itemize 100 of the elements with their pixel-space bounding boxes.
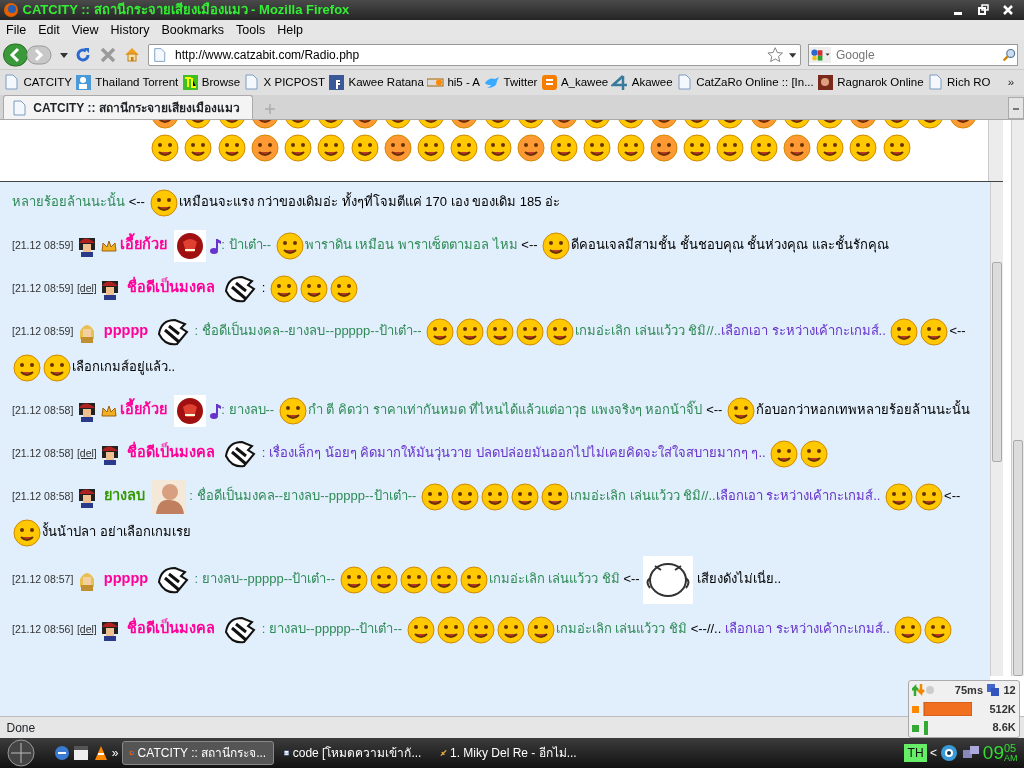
bookmark-link[interactable]: Ragnarok Online [817, 73, 924, 92]
timestamp: [21.12 08:59] [12, 282, 74, 294]
bookmark-link[interactable]: Kawee Ratana [328, 73, 424, 92]
message-text: : ป้าเต๋า-- [221, 237, 272, 252]
smiley-icon [316, 133, 347, 164]
message-text: เกมอ่ะเลิก เล่นแว้วว ชิมิ//.. [575, 323, 721, 338]
taskbar-button[interactable]: code [โหมดความเข้ากั... [276, 741, 429, 765]
scrollbar[interactable] [987, 120, 1003, 181]
bookmark-link[interactable]: Twitter [483, 73, 538, 92]
message-text: เสียงดังไม่เนี่ย.. [696, 571, 782, 587]
traffic-icon [912, 683, 937, 698]
message-text: เลือกเอา ระหว่างเค้ากะ [720, 323, 850, 338]
firefox-icon [3, 2, 20, 18]
delete-link[interactable]: [del] [76, 282, 97, 294]
message-text: : เรื่องเล็กๆ น้อยๆ คิดมากให้มันวุ่นวาย ปลดปล่อยมันออกไปไม่เคยคิดจะใส่ใจสบายมากๆ ๆ.. [261, 445, 766, 460]
smiley-icon [748, 133, 779, 164]
page-icon [10, 99, 27, 116]
message-text: ก้อบอกว่าหอกเทพ [756, 402, 857, 417]
menu-item[interactable]: History [104, 20, 156, 40]
cone-icon[interactable] [92, 745, 109, 761]
message-text: เกมอ่ะเลิก เล่นแว้วว ชิมิ//.. [569, 488, 716, 503]
smiley-icon [515, 316, 546, 347]
star-icon[interactable] [766, 45, 783, 64]
smiley-icon [249, 133, 280, 164]
message-text: เกมส์.. [853, 621, 890, 636]
smiley-icon [615, 133, 646, 164]
close-icon[interactable] [1002, 4, 1015, 16]
bookmark-link[interactable]: Thailand Torrent [75, 73, 179, 92]
smiley-icon [398, 565, 429, 595]
message-text: : ชื่อดีเป็นมงคล--ยางลบ--ppppp--ป้าเต๋า-- [194, 323, 422, 338]
message-text: เกมส์.. [849, 323, 886, 338]
smiley-icon [715, 133, 746, 164]
taskbar-button[interactable]: CATCITY :: สถานีกระจ... [121, 741, 274, 765]
bookmark-link[interactable]: CATCITY [3, 73, 72, 92]
download-bar-icon [912, 702, 973, 716]
search-engine-icon[interactable] [808, 44, 831, 65]
tab-list-icon[interactable] [1008, 97, 1024, 119]
caret-icon[interactable] [59, 50, 68, 59]
search-bar[interactable]: Google [807, 43, 1018, 66]
address-field[interactable]: http://www.catzabit.com/Radio.php [173, 44, 761, 65]
bookmark-link[interactable]: hi5 - A [427, 73, 481, 92]
language-indicator[interactable]: TH [904, 744, 927, 762]
message-text: : ยางลบ--ppppp--ป้าเต๋า-- [194, 571, 335, 587]
delete-link[interactable]: [del] [76, 447, 97, 459]
more-bookmarks-button[interactable]: » [1007, 73, 1021, 92]
emblem-icon [173, 229, 206, 262]
message-text: : ยางลบ--ppppp--ป้าเต๋า-- [261, 621, 403, 636]
menu-item[interactable]: Help [271, 20, 309, 40]
timestamp: [21.12 08:58] [12, 404, 74, 416]
message-text: เกมอ่ะเลิก เล่นแว้วว ชิมิ [488, 571, 620, 587]
bookmark-link[interactable]: Rich RO [926, 73, 991, 92]
smiley-icon [509, 481, 540, 512]
scrollbar[interactable] [1010, 120, 1024, 676]
smiley-icon [299, 273, 330, 304]
menu-item[interactable]: Edit [32, 20, 66, 40]
smiley-icon [889, 316, 920, 347]
smiley-icon [329, 273, 360, 304]
smiley-icon [419, 481, 450, 512]
smiley-icon [799, 438, 830, 469]
bookmark-link[interactable]: Akawee [611, 73, 673, 92]
cartoon-icon [643, 556, 694, 604]
taskbar-button[interactable]: 1. Miky Del Re - อีกไม่... [432, 741, 585, 765]
message-text: งั้นน้าปลา อย่าเลือกเกมเรย [42, 524, 191, 539]
status-text: Done [6, 719, 36, 737]
restore-icon[interactable] [977, 4, 990, 16]
calendar-icon[interactable] [73, 745, 90, 761]
message-text: พาราดิน เหมือน พาราเซ็ตตามอล ไหม [304, 237, 518, 252]
message-text: <-- [944, 488, 961, 503]
timestamp: [21.12 08:57] [12, 573, 74, 586]
menu-item[interactable]: View [65, 20, 105, 40]
smiley-icon [919, 316, 950, 347]
message-text: เกมอ่ะเลิก เล่นแว้วว ชิมิ [555, 621, 687, 636]
more-button[interactable]: » [111, 744, 119, 762]
menu-item[interactable]: Tools [230, 20, 272, 40]
start-button-icon[interactable] [6, 739, 35, 767]
tray-expand-button[interactable]: < [930, 744, 938, 762]
smiley-icon [515, 133, 546, 164]
smiley-icon [648, 133, 679, 164]
menu-item[interactable]: File [0, 20, 33, 40]
smiley-icon [465, 614, 496, 645]
eye-icon[interactable] [940, 744, 959, 762]
message-text: ดีคอนเจลมีสามชั้น ชั้นชอบคุณ ชั้นห่วงคุณ และชั้นรักคุณ [571, 237, 889, 252]
delete-link[interactable]: [del] [76, 623, 97, 635]
back-forward-icon[interactable] [3, 42, 54, 67]
upload-bar-icon [912, 720, 929, 735]
caret-icon[interactable] [789, 50, 797, 59]
menu-item[interactable]: Bookmarks [155, 20, 230, 40]
smiley-icon [582, 133, 613, 164]
address-bar[interactable]: http://www.catzabit.com/Radio.php [147, 43, 801, 66]
smiley-icon [549, 133, 579, 164]
bookmark-link[interactable]: CatZaRo Online :: [In... [675, 73, 814, 92]
timestamp: [21.12 08:59] [12, 239, 74, 251]
bookmark-link[interactable]: Browse [181, 73, 241, 92]
smiley-icon [726, 395, 756, 426]
bookmark-link[interactable]: X PICPOST [243, 73, 325, 92]
smiley-icon [455, 316, 486, 347]
bookmark-link[interactable]: A_kawee [540, 73, 609, 92]
browser-icon[interactable] [54, 745, 70, 761]
browser-tab[interactable]: CATCITY :: สถานีกระจายเสียงเมืองแมว [3, 95, 254, 119]
clock-minute: 05 [1004, 743, 1018, 754]
